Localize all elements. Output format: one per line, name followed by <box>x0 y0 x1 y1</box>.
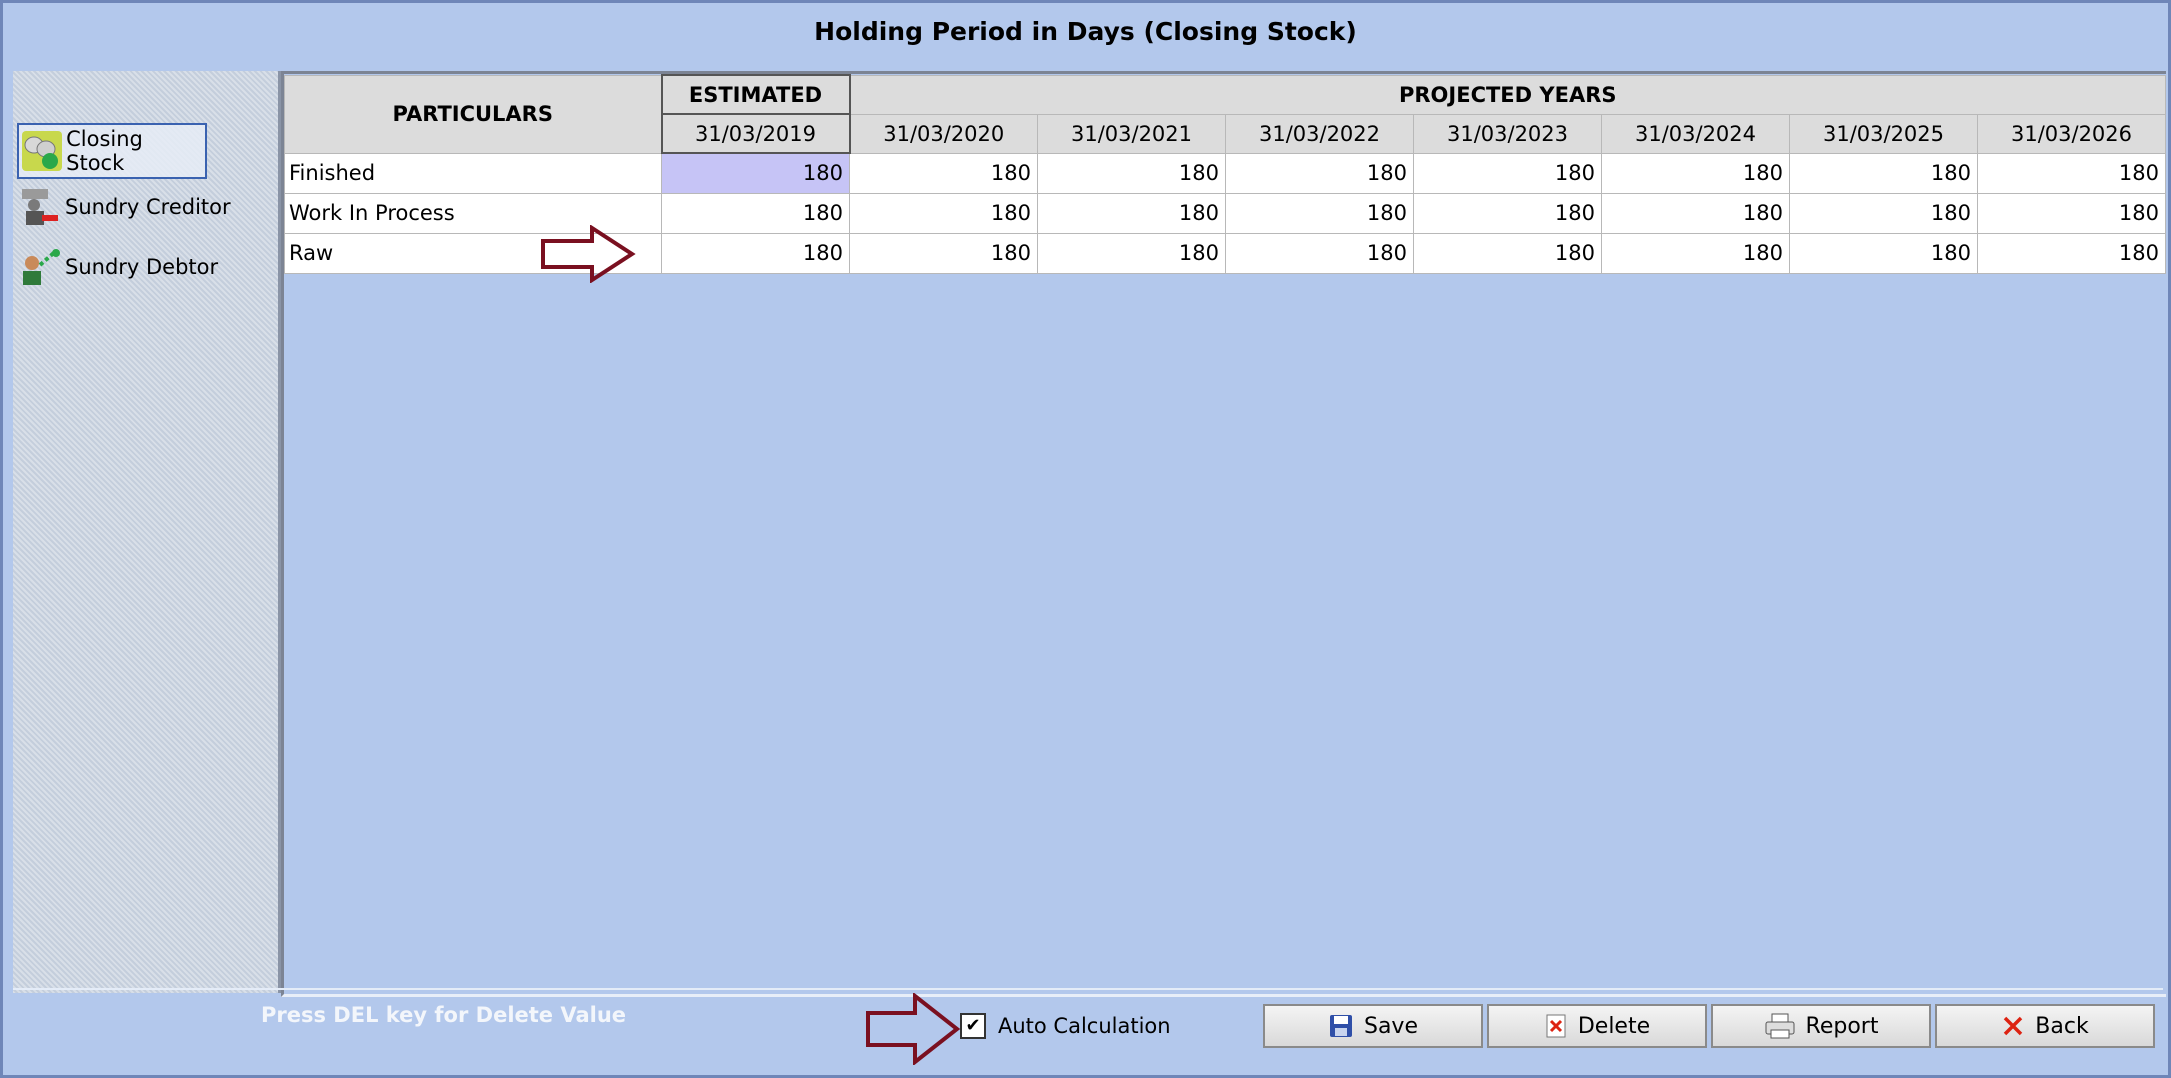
value-cell[interactable]: 180 <box>661 232 850 274</box>
column-date-header[interactable]: 31/03/2023 <box>1413 113 1602 154</box>
projected-years-header: PROJECTED YEARS <box>849 74 2166 115</box>
table-row: Finished 180 180 180 180 180 180 180 180 <box>284 152 2166 194</box>
auto-calculation-toggle[interactable]: ✔ Auto Calculation <box>960 1013 1171 1039</box>
value-cell[interactable]: 180 <box>661 152 850 194</box>
sidebar-item-label: Sundry Debtor <box>65 255 219 279</box>
value-cell[interactable]: 180 <box>661 192 850 234</box>
report-button-label: Report <box>1805 1013 1879 1039</box>
value-cell[interactable]: 180 <box>1413 152 1602 194</box>
report-button[interactable]: Report <box>1711 1004 1931 1048</box>
column-date-header[interactable]: 31/03/2021 <box>1037 113 1226 154</box>
estimated-header: ESTIMATED <box>660 74 851 115</box>
value-cell[interactable]: 180 <box>1601 192 1790 234</box>
main-window: Holding Period in Days (Closing Stock) C… <box>0 0 2171 1078</box>
value-cell[interactable]: 180 <box>1037 192 1226 234</box>
printer-icon <box>1764 1012 1796 1040</box>
divider <box>13 988 2163 990</box>
save-button-label: Save <box>1363 1013 1418 1039</box>
sundry-debtor-icon <box>17 244 63 290</box>
auto-calculation-checkbox[interactable]: ✔ <box>960 1013 986 1039</box>
data-grid-area: PARTICULARS ESTIMATED PROJECTED YEARS 31… <box>281 71 2166 997</box>
annotation-arrow-icon <box>541 225 636 283</box>
value-cell[interactable]: 180 <box>1601 232 1790 274</box>
value-cell[interactable]: 180 <box>1789 232 1978 274</box>
annotation-arrow-icon <box>866 993 961 1065</box>
particulars-header: PARTICULARS <box>284 74 662 154</box>
column-date-header[interactable]: 31/03/2026 <box>1977 113 2166 154</box>
value-cell[interactable]: 180 <box>1037 232 1226 274</box>
closing-stock-icon <box>19 128 64 174</box>
value-cell[interactable]: 180 <box>849 232 1038 274</box>
value-cell[interactable]: 180 <box>1413 192 1602 234</box>
save-button[interactable]: Save <box>1263 1004 1483 1048</box>
value-cell[interactable]: 180 <box>1413 232 1602 274</box>
column-date-header[interactable]: 31/03/2019 <box>660 113 851 154</box>
value-cell[interactable]: 180 <box>1789 192 1978 234</box>
value-cell[interactable]: 180 <box>849 152 1038 194</box>
delete-button[interactable]: Delete <box>1487 1004 1707 1048</box>
value-cell[interactable]: 180 <box>1977 152 2166 194</box>
sidebar-item-label: Closing Stock <box>66 127 143 175</box>
sidebar-item-sundry-creditor[interactable]: Sundry Creditor <box>17 181 272 233</box>
value-cell[interactable]: 180 <box>1225 232 1414 274</box>
sidebar-item-sundry-debtor[interactable]: Sundry Debtor <box>17 241 272 293</box>
auto-calculation-label: Auto Calculation <box>998 1014 1171 1038</box>
value-cell[interactable]: 180 <box>1977 192 2166 234</box>
save-icon <box>1328 1013 1354 1039</box>
delete-icon <box>1544 1013 1568 1039</box>
column-date-header[interactable]: 31/03/2024 <box>1601 113 1790 154</box>
sidebar-item-label: Sundry Creditor <box>65 195 231 219</box>
value-cell[interactable]: 180 <box>1789 152 1978 194</box>
value-cell[interactable]: 180 <box>1037 152 1226 194</box>
back-button[interactable]: Back <box>1935 1004 2155 1048</box>
back-button-label: Back <box>2035 1013 2089 1039</box>
row-name: Finished <box>284 152 662 194</box>
column-date-header[interactable]: 31/03/2020 <box>849 113 1038 154</box>
close-icon <box>2001 1014 2025 1038</box>
value-cell[interactable]: 180 <box>1225 152 1414 194</box>
sundry-creditor-icon <box>17 184 63 230</box>
page-title: Holding Period in Days (Closing Stock) <box>814 17 1357 46</box>
column-date-header[interactable]: 31/03/2022 <box>1225 113 1414 154</box>
value-cell[interactable]: 180 <box>1225 192 1414 234</box>
delete-button-label: Delete <box>1577 1013 1651 1039</box>
value-cell[interactable]: 180 <box>849 192 1038 234</box>
value-cell[interactable]: 180 <box>1601 152 1790 194</box>
status-hint: Press DEL key for Delete Value <box>261 1003 627 1027</box>
value-cell[interactable]: 180 <box>1977 232 2166 274</box>
sidebar: Closing Stock Sundry Creditor Sundry Deb… <box>13 71 281 993</box>
column-date-header[interactable]: 31/03/2025 <box>1789 113 1978 154</box>
sidebar-item-closing-stock[interactable]: Closing Stock <box>17 123 207 179</box>
